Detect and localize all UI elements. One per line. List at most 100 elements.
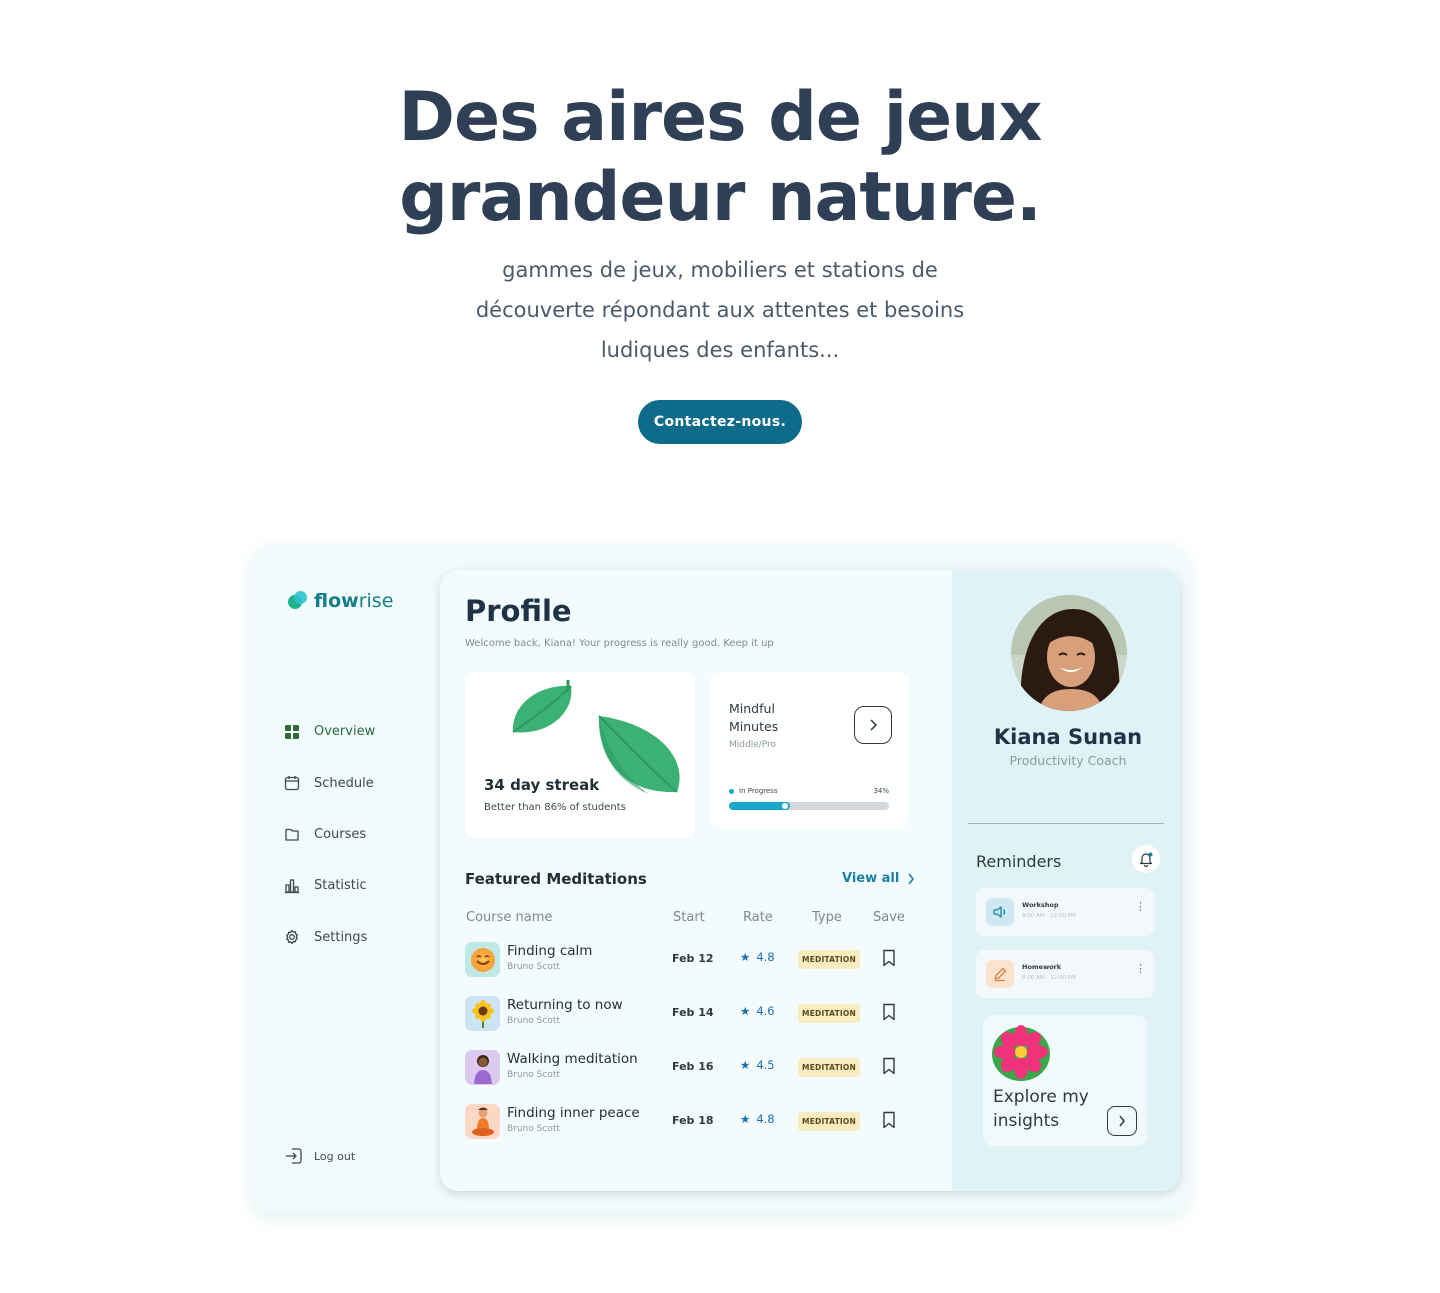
table-row[interactable]: Finding inner peace Bruno Scott Feb 18 ★… <box>465 1104 925 1140</box>
star-icon: ★ <box>740 1058 751 1072</box>
main-panel: Profile Welcome back, Kiana! Your progre… <box>440 570 1180 1191</box>
bookmark-button[interactable] <box>882 1111 896 1133</box>
sidebar-item-courses[interactable]: Courses <box>284 809 375 860</box>
reminder-item[interactable]: Workshop 8:00 AM - 12:00 PM ⋮ <box>976 888 1154 936</box>
sidebar-item-schedule[interactable]: Schedule <box>284 757 375 808</box>
course-author: Bruno Scott <box>507 1124 560 1134</box>
app-preview: flowrise Overview Schedule Courses Stati… <box>252 546 1188 1213</box>
table-row[interactable]: Walking meditation Bruno Scott Feb 16 ★ 4… <box>465 1050 925 1086</box>
course-start: Feb 14 <box>672 1006 714 1019</box>
course-start: Feb 12 <box>672 952 714 965</box>
logo-icon <box>288 591 308 611</box>
header-start: Start <box>673 910 705 925</box>
mindful-level: Middle/Pro <box>729 740 777 750</box>
reminder-item[interactable]: Homework 8:00 AM - 12:00 PM ⋮ <box>976 950 1154 998</box>
header-type: Type <box>812 910 842 925</box>
course-rate: ★ 4.5 <box>740 1058 775 1072</box>
hero-title-line2: grandeur nature. <box>399 158 1042 237</box>
chevron-right-icon <box>870 719 878 731</box>
sidebar-item-settings[interactable]: Settings <box>284 912 375 963</box>
bookmark-icon <box>883 1111 895 1129</box>
mindful-title: Mindful Minutes <box>729 701 779 734</box>
course-author: Bruno Scott <box>507 1070 560 1080</box>
insights-card[interactable]: Explore my insights <box>983 1015 1147 1146</box>
progress-knob <box>781 803 788 809</box>
logout-button[interactable]: Log out <box>284 1146 355 1166</box>
logout-label: Log out <box>314 1149 356 1163</box>
more-options-icon[interactable]: ⋮ <box>1135 963 1146 974</box>
course-start: Feb 16 <box>672 1060 714 1073</box>
star-icon: ★ <box>740 950 751 964</box>
course-author: Bruno Scott <box>507 1016 560 1026</box>
reminder-name: Homework <box>1022 963 1062 971</box>
sidebar-item-label: Overview <box>314 724 376 740</box>
sidebar-item-label: Courses <box>314 826 367 842</box>
reminder-time: 8:00 AM - 12:00 PM <box>1022 975 1076 981</box>
mindful-open-button[interactable] <box>854 706 892 744</box>
welcome-text: Welcome back, Kiana! Your progress is re… <box>465 638 774 649</box>
user-name: Kiana Sunan <box>993 725 1143 749</box>
bookmark-button[interactable] <box>882 949 896 971</box>
person-icon <box>465 1050 500 1085</box>
bookmark-button[interactable] <box>882 1003 896 1025</box>
chevron-right-icon <box>1119 1115 1125 1127</box>
course-rate: ★ 4.8 <box>740 950 775 964</box>
folder-icon <box>285 829 299 842</box>
featured-title: Featured Meditations <box>465 870 647 888</box>
contact-button[interactable]: Contactez-nous. <box>638 400 802 444</box>
header-rate: Rate <box>743 910 773 925</box>
reminder-name: Workshop <box>1022 901 1059 909</box>
smiley-icon <box>465 942 500 977</box>
logout-icon <box>286 1148 302 1164</box>
streak-card: 34 day streak Better than 86% of student… <box>465 672 695 838</box>
bookmark-button[interactable] <box>882 1057 896 1079</box>
progress-percent: 34% <box>873 787 889 795</box>
reminder-time: 8:00 AM - 12:00 PM <box>1022 913 1076 919</box>
bookmark-icon <box>883 1003 895 1021</box>
type-badge: MEDITATION <box>798 1058 860 1077</box>
more-options-icon[interactable]: ⋮ <box>1135 901 1146 912</box>
progress-fill <box>729 802 790 810</box>
course-rate: ★ 4.6 <box>740 1004 775 1018</box>
type-badge: MEDITATION <box>798 950 860 969</box>
calendar-icon <box>284 776 300 791</box>
flowrise-logo[interactable]: flowrise <box>288 590 393 612</box>
sidebar-item-overview[interactable]: Overview <box>284 706 375 757</box>
profile-sidebar: Kiana Sunan Productivity Coach Reminders… <box>952 570 1180 1191</box>
star-icon: ★ <box>740 1112 751 1126</box>
page-title: Profile <box>465 594 572 628</box>
mindful-minutes-card: Mindful Minutes Middle/Pro In Progress 3… <box>710 672 908 828</box>
progress-status: In Progress <box>729 787 778 795</box>
speaker-icon <box>986 898 1014 926</box>
course-start: Feb 18 <box>672 1114 714 1127</box>
avatar[interactable] <box>1011 595 1127 711</box>
leaf-icon <box>598 715 680 794</box>
insights-open-button[interactable] <box>1107 1106 1137 1136</box>
streak-subtitle: Better than 86% of students <box>484 802 626 813</box>
bookmark-icon <box>883 949 895 967</box>
view-all-link[interactable]: View all <box>842 871 915 886</box>
table-row[interactable]: Returning to now Bruno Scott Feb 14 ★ 4.6… <box>465 996 925 1032</box>
type-badge: MEDITATION <box>798 1004 860 1023</box>
sidebar-item-label: Schedule <box>314 775 374 791</box>
type-badge: MEDITATION <box>798 1112 860 1131</box>
pencil-icon <box>986 960 1014 988</box>
logo-text: flowrise <box>314 590 394 612</box>
sidebar-nav: Overview Schedule Courses Statistic Sett… <box>284 706 375 963</box>
user-role: Productivity Coach <box>1009 753 1127 768</box>
grid-icon <box>285 724 299 739</box>
header-save: Save <box>873 910 905 925</box>
meditating-person-icon <box>465 1104 500 1139</box>
sunflower-icon <box>465 996 500 1031</box>
hero-title-line1: Des aires de jeux <box>398 78 1043 157</box>
notifications-button[interactable] <box>1132 845 1160 873</box>
course-name: Returning to now <box>507 997 623 1013</box>
header-course-name: Course name <box>466 910 553 925</box>
course-name: Finding inner peace <box>507 1105 640 1121</box>
bar-chart-icon <box>285 879 299 894</box>
streak-title: 34 day streak <box>484 776 600 794</box>
gear-icon <box>286 930 298 945</box>
table-row[interactable]: Finding calm Bruno Scott Feb 12 ★ 4.8 MED… <box>465 942 925 978</box>
hero-title: Des aires de jeux grandeur nature. <box>0 78 1440 238</box>
sidebar-item-statistic[interactable]: Statistic <box>284 860 375 911</box>
